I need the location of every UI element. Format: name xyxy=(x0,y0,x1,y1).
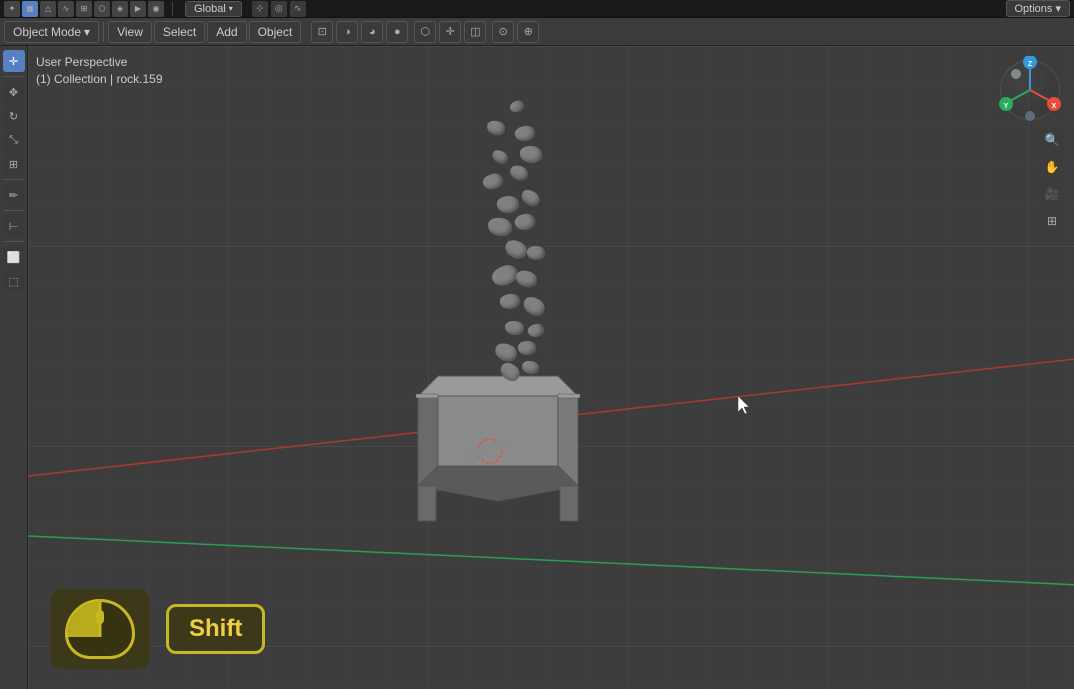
select-box-tool[interactable]: ⬚ xyxy=(3,270,25,292)
blender-icon[interactable]: ✦ xyxy=(4,1,20,17)
measure-tool[interactable]: ⊢ xyxy=(3,215,25,237)
top-engine-bar: ✦ ▦ △ ∿ ⊞ ⬡ ◈ ▶ ◉ Global ▾ ⊹ ◎ ∿ Options… xyxy=(0,0,1074,18)
curve-icon[interactable]: ∿ xyxy=(290,1,306,17)
mouse-scroll-wheel xyxy=(96,610,104,624)
viewport-controls: 🔍 ✋ 🎥 ⊞ xyxy=(1040,128,1064,233)
uv-icon[interactable]: ⊞ xyxy=(76,1,92,17)
viewport-shading-wire[interactable]: ⊡ xyxy=(311,21,333,43)
xray-btn[interactable]: ◫ xyxy=(464,21,486,43)
rock-4 xyxy=(520,146,543,164)
zoom-in-btn[interactable]: 🔍 xyxy=(1040,128,1064,152)
global-transform-btn[interactable]: Global ▾ xyxy=(185,1,242,17)
layout-icon[interactable]: ▦ xyxy=(22,1,38,17)
render-icon[interactable]: ◉ xyxy=(148,1,164,17)
animation-icon[interactable]: ▶ xyxy=(130,1,146,17)
3d-box-object xyxy=(408,356,608,539)
proportional-edit[interactable]: ◎ xyxy=(271,1,287,17)
texture-paint-icon[interactable]: ⬡ xyxy=(94,1,110,17)
view-menu[interactable]: View xyxy=(108,21,152,43)
left-toolbar: ✛ ✥ ↻ ⤡ ⊞ ✏ ⊢ ⬜ ⬚ xyxy=(0,46,28,689)
cursor-tool[interactable]: ✛ xyxy=(3,50,25,72)
options-button[interactable]: Options ▾ xyxy=(1006,0,1071,17)
shader-editor-icon[interactable]: ◈ xyxy=(112,1,128,17)
navigation-gizmo[interactable]: Z X Y xyxy=(996,56,1064,124)
svg-text:Y: Y xyxy=(1004,103,1009,110)
scale-tool[interactable]: ⤡ xyxy=(3,129,25,151)
annotate-tool[interactable]: ✏ xyxy=(3,184,25,206)
move-tool[interactable]: ✥ xyxy=(3,81,25,103)
bottom-indicators: Shift xyxy=(50,589,265,669)
add-cube-tool[interactable]: ⬜ xyxy=(3,246,25,268)
add-menu[interactable]: Add xyxy=(207,21,246,43)
ortho-btn[interactable]: ⊞ xyxy=(1040,209,1064,233)
svg-text:Z: Z xyxy=(1028,61,1033,68)
rock-17 xyxy=(505,321,524,335)
viewport-shading-material[interactable]: ◕ xyxy=(361,21,383,43)
viewport-shading-solid[interactable]: ◑ xyxy=(336,21,358,43)
shift-key-indicator: Shift xyxy=(166,604,265,654)
mouse-body xyxy=(65,599,135,659)
top-left-icons: ✦ ▦ △ ∿ ⊞ ⬡ ◈ ▶ ◉ xyxy=(0,1,168,17)
transform-orientation[interactable]: ⊕ xyxy=(517,21,539,43)
select-menu[interactable]: Select xyxy=(154,21,205,43)
snap-toggle[interactable]: ⊹ xyxy=(252,1,268,17)
transform-tool[interactable]: ⊞ xyxy=(3,153,25,175)
sculpting-icon[interactable]: ∿ xyxy=(58,1,74,17)
menu-bar: Object Mode ▾ View Select Add Object ⊡ ◑… xyxy=(0,18,1074,46)
viewport-shading-render[interactable]: ● xyxy=(386,21,408,43)
transform-pivot[interactable]: ⊙ xyxy=(492,21,514,43)
view-overlay-btn[interactable]: ⬡ xyxy=(414,21,436,43)
snap-icons: ⊹ ◎ ∿ xyxy=(248,1,310,17)
svg-text:X: X xyxy=(1052,103,1057,110)
object-mode-dropdown[interactable]: Object Mode ▾ xyxy=(4,21,99,43)
rotate-tool[interactable]: ↻ xyxy=(3,105,25,127)
view-gizmo-btn[interactable]: ✛ xyxy=(439,21,461,43)
viewport-right-overlay: Z X Y 🔍 ✋ 🎥 ⊞ xyxy=(996,56,1064,233)
modeling-icon[interactable]: △ xyxy=(40,1,56,17)
camera-btn[interactable]: 🎥 xyxy=(1040,182,1064,206)
transform-indicator: Global ▾ ⊹ ◎ ∿ xyxy=(177,1,318,17)
object-menu[interactable]: Object xyxy=(249,21,302,43)
pan-btn[interactable]: ✋ xyxy=(1040,155,1064,179)
mouse-button-indicator xyxy=(50,589,150,669)
